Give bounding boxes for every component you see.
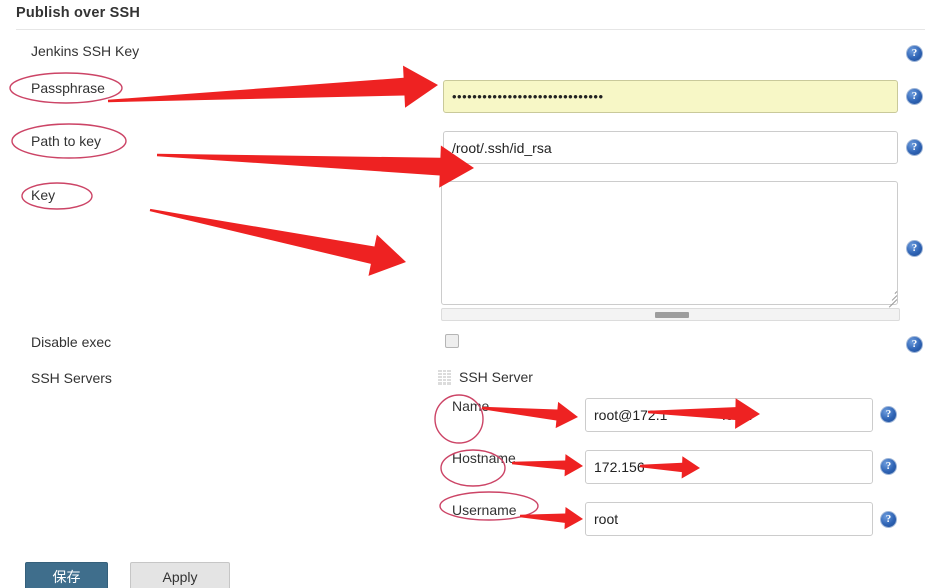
- help-icon-path-to-key[interactable]: ?: [906, 139, 923, 156]
- disable-exec-label: Disable exec: [31, 334, 112, 350]
- help-icon-jenkins-key[interactable]: ?: [906, 45, 923, 62]
- server-name-input[interactable]: [585, 398, 873, 432]
- key-textarea[interactable]: [441, 181, 898, 305]
- scrollbar-thumb[interactable]: [655, 312, 689, 318]
- drag-handle-icon[interactable]: [438, 369, 451, 385]
- server-username-label: Username: [452, 502, 517, 518]
- help-icon-server-username[interactable]: ?: [880, 511, 897, 528]
- key-label: Key: [31, 187, 56, 203]
- help-icon-server-hostname[interactable]: ?: [880, 458, 897, 475]
- publish-over-ssh-config-page: Publish over SSH Jenkins SSH Key Passphr…: [0, 0, 941, 588]
- arrow-to-name: [481, 401, 579, 429]
- passphrase-input[interactable]: [443, 80, 898, 113]
- arrow-to-key: [149, 208, 407, 276]
- help-icon-disable-exec[interactable]: ?: [906, 336, 923, 353]
- ssh-servers-label: SSH Servers: [31, 370, 112, 386]
- key-horizontal-scrollbar[interactable]: [441, 308, 900, 321]
- server-hostname-label: Hostname: [452, 450, 516, 466]
- server-hostname-input[interactable]: [585, 450, 873, 484]
- help-icon-key[interactable]: ?: [906, 240, 923, 257]
- help-icon-passphrase[interactable]: ?: [906, 88, 923, 105]
- arrow-to-hostname: [511, 454, 584, 477]
- key-textarea-wrapper: [441, 181, 900, 321]
- path-to-key-label: Path to key: [31, 133, 102, 149]
- server-name-label: Name: [452, 398, 490, 414]
- jenkins-ssh-key-label: Jenkins SSH Key: [31, 43, 140, 59]
- ssh-server-title: SSH Server: [459, 369, 533, 385]
- arrow-to-username: [519, 506, 584, 530]
- disable-exec-checkbox[interactable]: [445, 334, 459, 348]
- path-to-key-input[interactable]: [443, 131, 898, 164]
- page-title: Publish over SSH: [16, 5, 141, 21]
- ssh-server-header: SSH Server: [438, 369, 533, 385]
- server-username-input[interactable]: [585, 502, 873, 536]
- apply-button[interactable]: Apply: [130, 562, 230, 588]
- arrow-to-path-to-key: [156, 145, 474, 188]
- help-icon-server-name[interactable]: ?: [880, 406, 897, 423]
- arrow-to-passphrase: [107, 65, 439, 108]
- title-divider: [16, 29, 925, 30]
- save-button[interactable]: 保存: [25, 562, 108, 588]
- passphrase-label: Passphrase: [31, 80, 105, 96]
